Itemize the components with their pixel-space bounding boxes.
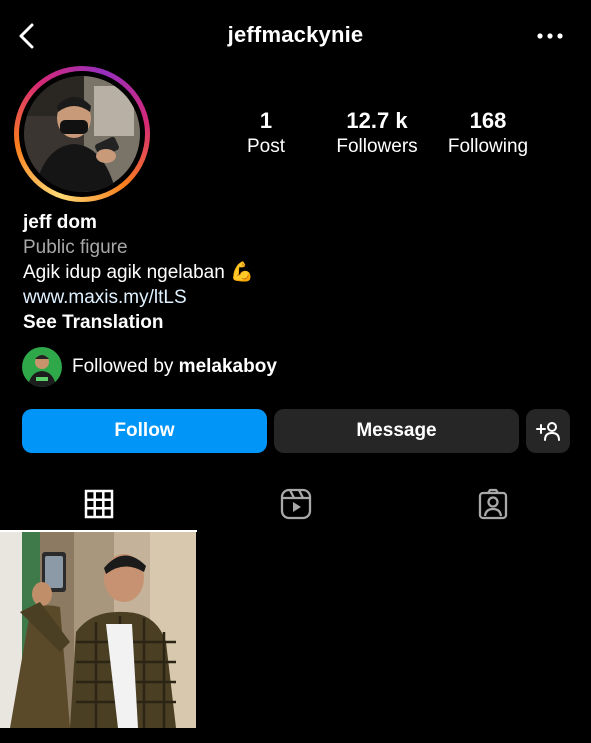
profile-header: jeffmackynie [0,0,591,72]
posts-count-label: Post [246,136,286,157]
profile-avatar[interactable] [14,66,150,202]
following-count-label: Following [447,136,529,157]
tab-tagged[interactable] [394,478,591,530]
posts-count: 1 Post [211,108,321,160]
reels-icon [280,488,311,520]
bio-text: Agik idup agik ngelaban 💪 [23,262,254,283]
followers-count[interactable]: 12.7 k Followers [322,108,432,160]
followers-count-label: Followers [336,136,418,157]
bio-link[interactable]: www.maxis.my/ltLS [23,285,563,310]
profile-tabs [0,478,591,532]
more-horizontal-icon[interactable] [535,25,565,47]
profile-username: jeffmackynie [227,22,364,47]
following-count-value: 168 [469,108,507,133]
post-thumbnail[interactable] [0,532,196,728]
followed-by-row[interactable]: Followed by melakaboy [22,347,277,387]
message-button[interactable]: Message [274,409,519,453]
followers-count-value: 12.7 k [346,108,408,133]
mutual-follower-username[interactable]: melakaboy [179,356,277,377]
add-user-icon [536,422,560,441]
followed-by-prefix: Followed by [72,356,179,377]
display-name: jeff dom [23,212,97,233]
avatar-image [24,76,140,192]
posts-count-value: 1 [259,108,273,133]
see-translation-link[interactable]: See Translation [23,310,563,335]
follow-button[interactable]: Follow [22,409,267,453]
tagged-person-icon [478,488,507,520]
suggested-users-button[interactable] [526,409,570,453]
profile-stats: 1 Post 12.7 k Followers 168 Following [210,108,550,168]
following-count[interactable]: 168 Following [433,108,543,160]
tab-reels[interactable] [197,478,394,530]
grid-icon [84,489,113,519]
profile-bio: jeff dom Public figure Agik idup agik ng… [23,210,563,335]
profile-category: Public figure [23,237,128,258]
followed-by-text: Followed by melakaboy [72,356,277,378]
mutual-follower-avatar [22,347,62,387]
tab-posts-grid[interactable] [0,478,197,532]
